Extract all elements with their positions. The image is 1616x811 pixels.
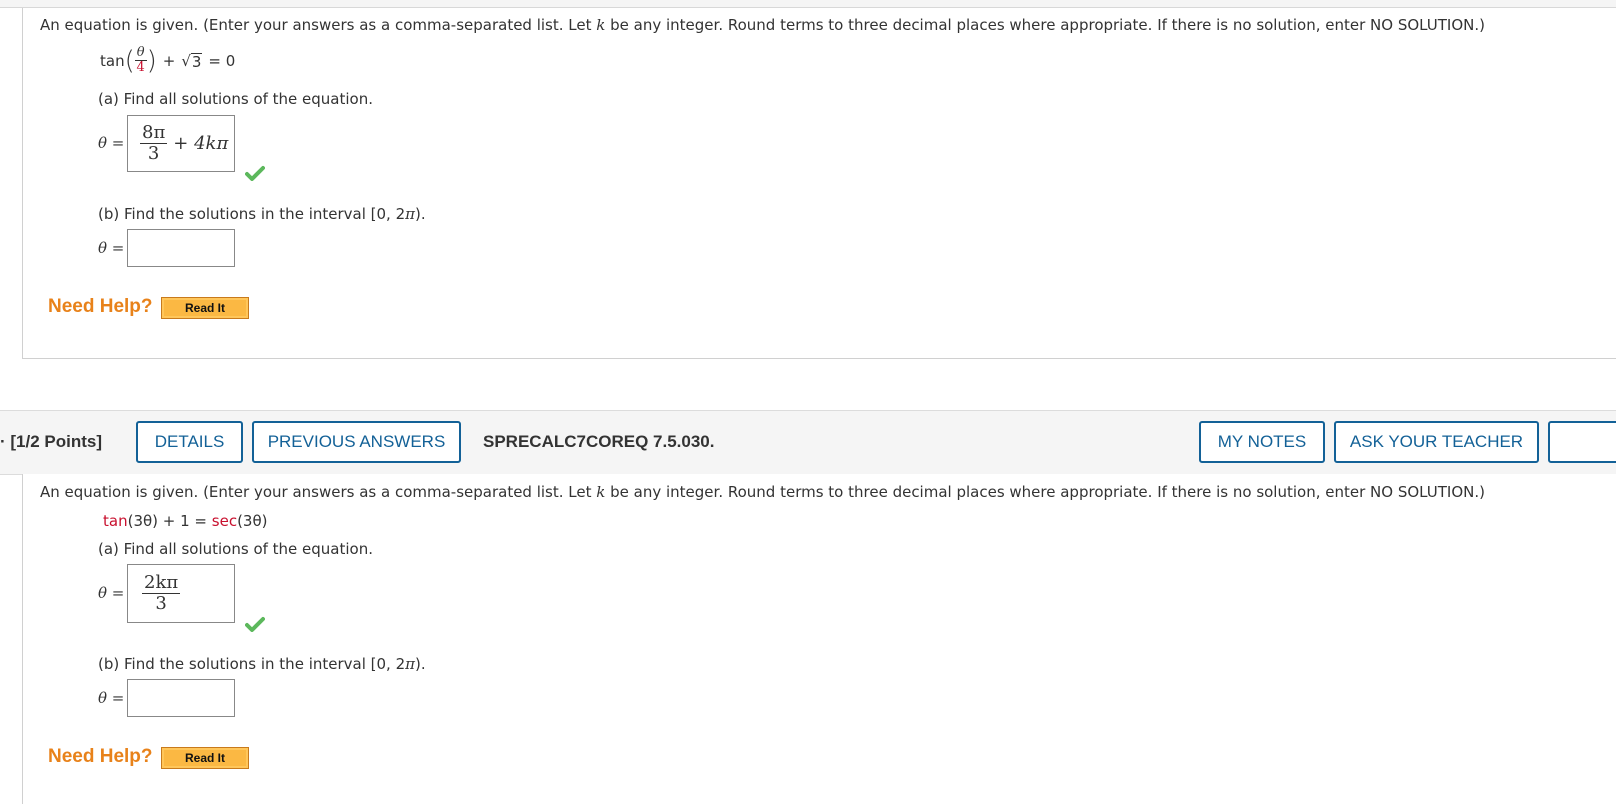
fraction-denominator: 4 [136, 60, 145, 75]
sqrt-symbol: √ [181, 51, 191, 70]
question-1-part-b-theta-label: θ = [98, 239, 124, 257]
theta-over-4-fraction: θ 4 [134, 45, 147, 75]
my-notes-button[interactable]: MY NOTES [1199, 421, 1325, 463]
pi-symbol: π [405, 655, 415, 673]
plus-sign: + [162, 51, 176, 70]
question-2-part-a-answer[interactable]: 2kπ 3 [127, 564, 235, 623]
instructions-k: k [596, 16, 606, 34]
part-b-suffix: ). [414, 205, 426, 223]
question-2-part-b-theta-label: θ = [98, 689, 124, 707]
instructions-k: k [596, 483, 606, 501]
question-2-panel: An equation is given. (Enter your answer… [22, 474, 1616, 804]
tan-argument: (3θ) + 1 = [127, 512, 212, 530]
equation-rhs: = 0 [208, 51, 236, 70]
tan-function: tan [100, 51, 125, 70]
instructions-suffix: be any integer. Round terms to three dec… [605, 16, 1485, 34]
sec-function: sec [211, 512, 238, 530]
part-b-prefix: (b) Find the solutions in the interval [… [98, 655, 406, 673]
question-2-instructions: An equation is given. (Enter your answer… [40, 483, 1485, 501]
question-2-part-b-answer-input[interactable] [127, 679, 235, 717]
question-1-part-b-label: (b) Find the solutions in the interval [… [98, 205, 426, 223]
sqrt-3: √ 3 [181, 51, 203, 71]
question-2-equation: tan (3θ) + 1 = sec (3θ) [103, 512, 268, 530]
answer-fraction: 8π 3 [140, 122, 168, 164]
previous-answers-button[interactable]: PREVIOUS ANSWERS [252, 421, 461, 463]
question-1-instructions: An equation is given. (Enter your answer… [40, 16, 1485, 34]
read-it-button[interactable]: Read It [161, 297, 249, 319]
more-button[interactable] [1548, 421, 1616, 463]
answer-denominator: 3 [147, 143, 160, 164]
correct-check-icon [245, 617, 265, 632]
theta-equals: θ = [98, 689, 125, 707]
theta-equals: θ = [98, 239, 125, 257]
details-button[interactable]: DETAILS [136, 421, 243, 463]
correct-check-icon [245, 166, 265, 181]
question-1-part-a-theta-label: θ = [98, 134, 124, 152]
question-2-part-a-theta-label: θ = [98, 584, 124, 602]
answer-numerator: 8π [140, 122, 168, 144]
question-2-part-b-label: (b) Find the solutions in the interval [… [98, 655, 426, 673]
read-it-button[interactable]: Read It [161, 747, 249, 769]
instructions-prefix: An equation is given. (Enter your answer… [40, 16, 597, 34]
left-paren: ( [124, 45, 135, 76]
question-1-part-a-label: (a) Find all solutions of the equation. [98, 90, 374, 108]
need-help-label: Need Help? [48, 296, 153, 317]
answer-fraction: 2kπ 3 [142, 572, 181, 614]
part-b-prefix: (b) Find the solutions in the interval [… [98, 205, 406, 223]
instructions-prefix: An equation is given. (Enter your answer… [40, 483, 597, 501]
instructions-suffix: be any integer. Round terms to three dec… [605, 483, 1485, 501]
ask-your-teacher-button[interactable]: ASK YOUR TEACHER [1334, 421, 1539, 463]
sec-argument: (3θ) [237, 512, 268, 530]
question-2-part-a-label: (a) Find all solutions of the equation. [98, 540, 374, 558]
answer-tail: + 4kπ [173, 133, 229, 154]
question-1-part-a-answer[interactable]: 8π 3 + 4kπ [127, 115, 235, 172]
question-2-header-bar: · [1/2 Points] DETAILS PREVIOUS ANSWERS … [0, 410, 1616, 475]
theta-equals: θ = [98, 584, 125, 602]
question-1-panel: An equation is given. (Enter your answer… [22, 8, 1616, 359]
tan-function: tan [103, 512, 128, 530]
question-id: SPRECALC7COREQ 7.5.030. [483, 432, 715, 451]
fraction-numerator: θ [134, 45, 147, 61]
sqrt-radicand: 3 [190, 52, 203, 71]
part-b-suffix: ). [414, 655, 426, 673]
question-1-part-b-answer-input[interactable] [127, 229, 235, 267]
need-help-label: Need Help? [48, 746, 153, 767]
right-paren: ) [146, 45, 157, 76]
answer-numerator: 2kπ [142, 572, 181, 594]
question-1-equation: tan ( θ 4 ) + √ 3 = 0 [100, 46, 235, 75]
answer-denominator: 3 [155, 593, 167, 614]
top-strip [0, 0, 1616, 8]
pi-symbol: π [405, 205, 415, 223]
theta-equals: θ = [98, 134, 125, 152]
points-label: · [1/2 Points] [0, 432, 103, 451]
